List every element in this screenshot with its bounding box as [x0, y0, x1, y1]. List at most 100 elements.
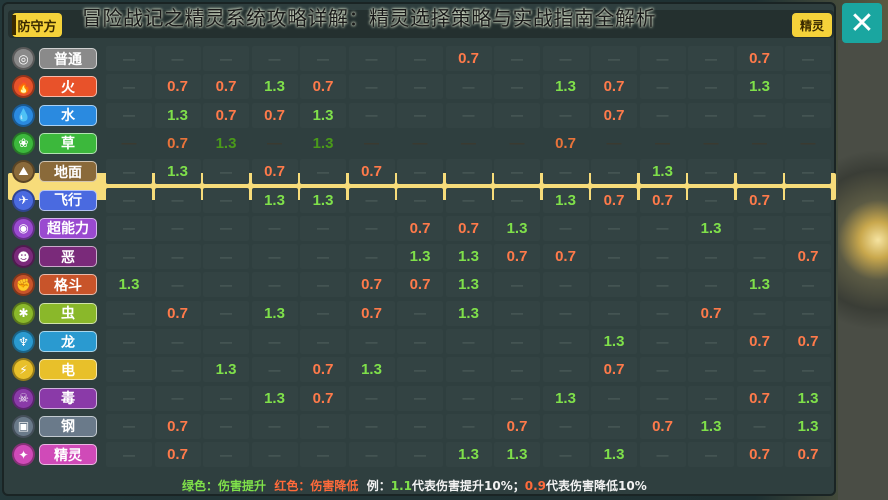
matrix-cell: — — [445, 413, 492, 439]
matrix-cell: 1.3 — [736, 74, 783, 100]
matrix-cell: — — [397, 357, 443, 383]
steel-icon: ▣ — [12, 414, 35, 438]
matrix-cell: — — [494, 102, 540, 128]
type-tag: ✱ 虫 — [12, 301, 100, 325]
matrix-cell: — — [397, 159, 443, 185]
close-button[interactable]: ✕ — [842, 3, 882, 43]
matrix-cell: 0.7 — [785, 442, 831, 468]
matrix-cell: — — [106, 46, 152, 71]
fire-icon: 🔥 — [12, 75, 35, 99]
matrix-cell: — — [639, 357, 686, 383]
matrix-cell: — — [639, 442, 686, 468]
flying-icon: ✈ — [12, 188, 35, 212]
matrix-cell: 1.3 — [591, 442, 637, 468]
type-row-fairy: ✦ 精灵 —0.7— — — — —1.3 1.3—1.3— —0.7 0.7 — [8, 441, 836, 468]
matrix-cell: 1.3 — [106, 272, 152, 298]
matrix-cell: — — [494, 329, 540, 354]
matrix-cell: — — [154, 215, 201, 241]
matrix-cell: — — [348, 102, 395, 128]
matrix-cell: — — [300, 244, 346, 270]
matrix-cell: 0.7 — [300, 74, 346, 100]
matrix-cell: — — [542, 413, 589, 439]
matrix-cell: — — [736, 159, 783, 185]
matrix-cell: — — [251, 215, 298, 241]
matrix-cell: — — [251, 329, 298, 354]
matrix-cell: — — [752, 134, 767, 152]
matrix-cell: — — [785, 215, 831, 241]
matrix-cell: — — [203, 159, 249, 185]
matrix-cell: — — [300, 159, 346, 185]
matrix-cell: — — [688, 357, 734, 383]
matrix-cell: — — [445, 385, 492, 411]
matrix-cell: 1.3 — [154, 102, 201, 128]
matrix-cell: — — [203, 300, 249, 326]
type-row-bug: ✱ 虫 —0.7—1.3—0.7—1.3— — — —0.7— — — [8, 300, 836, 327]
matrix-cell: — — [348, 187, 395, 213]
matrix-cell: — — [785, 74, 831, 100]
matrix-cell: — — [106, 413, 152, 439]
matrix-cell: — — [800, 134, 816, 152]
matrix-cell: — — [397, 329, 443, 354]
matrix-cell: — — [106, 74, 152, 100]
normal-icon: ◎ — [12, 47, 35, 70]
matrix-cell: — — [251, 244, 298, 270]
matrix-cell: — — [736, 357, 783, 383]
type-row-ground: ⛰ 地面 —1.3—0.7—0.7— — — — —1.3— — — — [8, 158, 836, 185]
matrix-cell: — — [591, 272, 637, 298]
type-tag: ⛰ 地面 — [12, 160, 100, 184]
matrix-cell: — — [542, 272, 589, 298]
type-tag: ✦ 精灵 — [12, 443, 100, 467]
matrix-cell: — — [203, 413, 249, 439]
matrix-cell: — — [736, 215, 783, 241]
legend-up-text: 代表伤害提升10%； — [412, 479, 525, 493]
matrix-cell: 0.7 — [494, 413, 540, 439]
type-tag: 🔥 火 — [12, 75, 100, 99]
type-tag: ⚡ 电 — [12, 358, 100, 382]
matrix-cell: — — [397, 187, 443, 213]
matrix-cell: — — [591, 244, 637, 270]
matrix-cell: 1.3 — [639, 159, 686, 185]
dark-icon: ☻ — [12, 245, 35, 269]
type-row-normal: ◎ 普通 — — — — — — —0.7— — — — —0.7— — [8, 45, 836, 72]
matrix-cell: — — [364, 134, 379, 152]
matrix-cell: — — [736, 102, 783, 128]
matrix-cell: 0.7 — [445, 46, 492, 71]
matrix-cell: 0.7 — [542, 244, 589, 270]
matrix-cell: — — [542, 329, 589, 354]
matrix-cell: — — [445, 74, 492, 100]
matrix-cell: 0.7 — [736, 187, 783, 213]
matrix-cell: 0.7 — [348, 300, 395, 326]
type-row-flying: ✈ 飞行 — — —1.3 1.3— — — —1.3 0.7 0.7—0.7— — [8, 187, 836, 214]
type-tag: ❀ 草 — [12, 131, 100, 155]
matrix-cell: — — [639, 300, 686, 326]
matrix-cell: — — [785, 357, 831, 383]
matrix-cell: — — [736, 413, 783, 439]
matrix-cell: — — [397, 74, 443, 100]
matrix-cell: — — [348, 442, 395, 468]
matrix-cell: — — [639, 385, 686, 411]
ground-icon: ⛰ — [12, 160, 35, 184]
type-label: 毒 — [39, 387, 97, 409]
matrix-cell: — — [639, 102, 686, 128]
type-tag: ✈ 飞行 — [12, 188, 100, 212]
type-row-water: 💧 水 —1.3 0.7 0.7 1.3— — — — —0.7— — — — — [8, 102, 836, 129]
matrix-cell: — — [397, 413, 443, 439]
poison-icon: ☠ — [12, 386, 35, 410]
legend-green: 绿色：伤害提升 — [182, 479, 267, 493]
matrix-cell: — — [300, 442, 346, 468]
matrix-cell: — — [494, 300, 540, 326]
matrix-cell: — — [688, 385, 734, 411]
type-tag: ◉ 超能力 — [12, 216, 100, 240]
matrix-cell: — — [639, 46, 686, 71]
matrix-cell: — — [300, 272, 346, 298]
matrix-cell: — — [154, 357, 201, 383]
matrix-cell: 1.3 — [251, 187, 298, 213]
matrix-cell: 0.7 — [397, 272, 443, 298]
matrix-cell: 1.3 — [348, 357, 395, 383]
matrix-cell: — — [639, 329, 686, 354]
matrix-cell: 0.7 — [154, 74, 201, 100]
matrix-cell: 0.7 — [167, 134, 188, 152]
matrix-cell: — — [542, 46, 589, 71]
matrix-cell: — — [106, 442, 152, 468]
legend-up-value: 1.1 — [390, 479, 413, 493]
